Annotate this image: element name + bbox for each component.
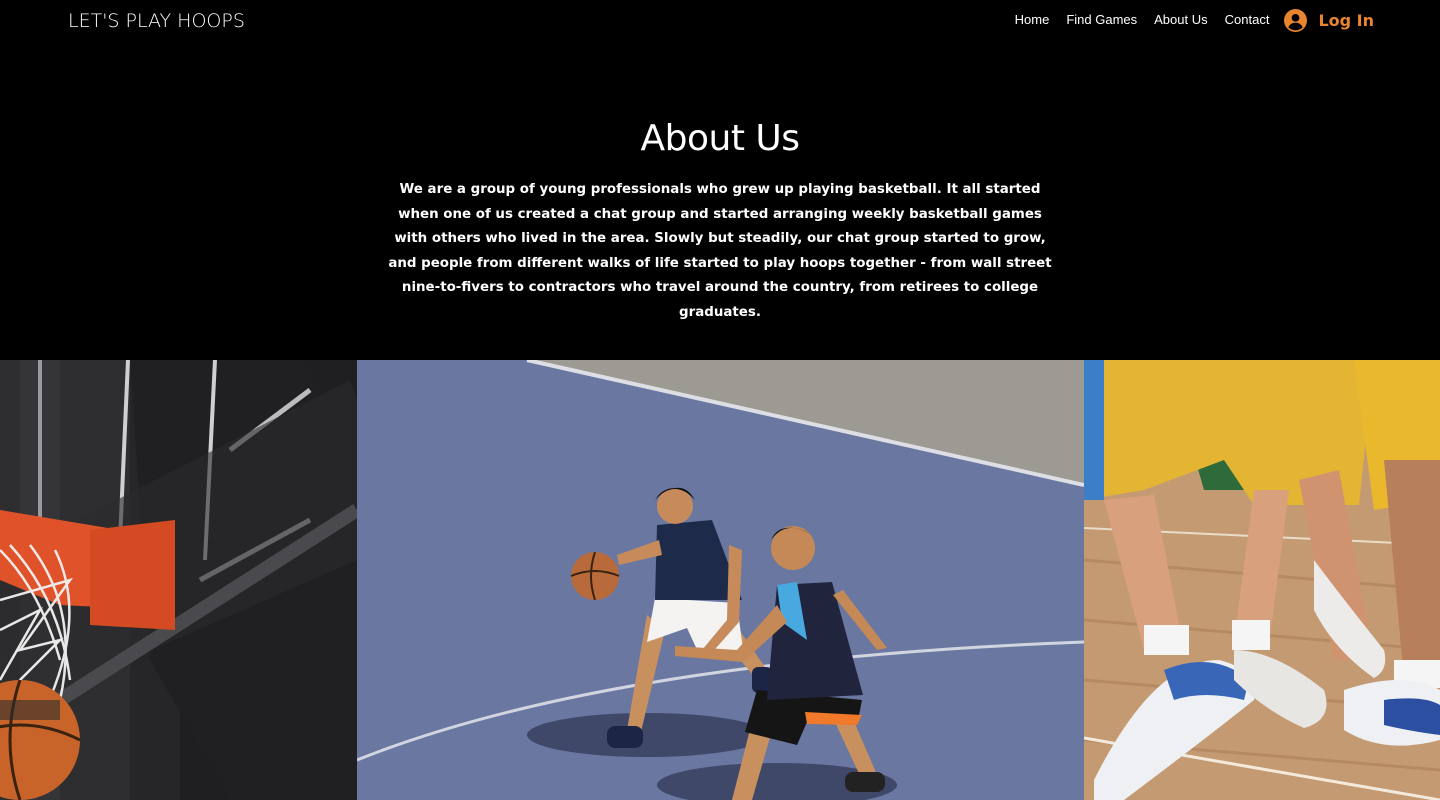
- nav-home[interactable]: Home: [1015, 7, 1050, 33]
- main-nav: Home Find Games About Us Contact Log In: [998, 7, 1374, 33]
- about-description: We are a group of young professionals wh…: [388, 182, 1052, 320]
- photo-hoop: [0, 360, 357, 800]
- nav-contact[interactable]: Contact: [1225, 7, 1270, 33]
- photo-players: [357, 360, 1084, 800]
- user-avatar-icon: [1284, 8, 1308, 32]
- login-label: Log In: [1318, 10, 1374, 30]
- photo-legs: [1084, 360, 1440, 800]
- photo-strip: [0, 360, 1440, 800]
- login-button[interactable]: Log In: [1284, 8, 1374, 32]
- nav-find-games[interactable]: Find Games: [1066, 7, 1137, 33]
- about-title: About Us: [640, 118, 800, 159]
- site-header: LET'S PLAY HOOPS Home Find Games About U…: [0, 0, 1440, 44]
- page: LET'S PLAY HOOPS Home Find Games About U…: [0, 0, 1440, 800]
- nav-about-us[interactable]: About Us: [1154, 7, 1207, 33]
- site-logo[interactable]: LET'S PLAY HOOPS: [68, 10, 245, 32]
